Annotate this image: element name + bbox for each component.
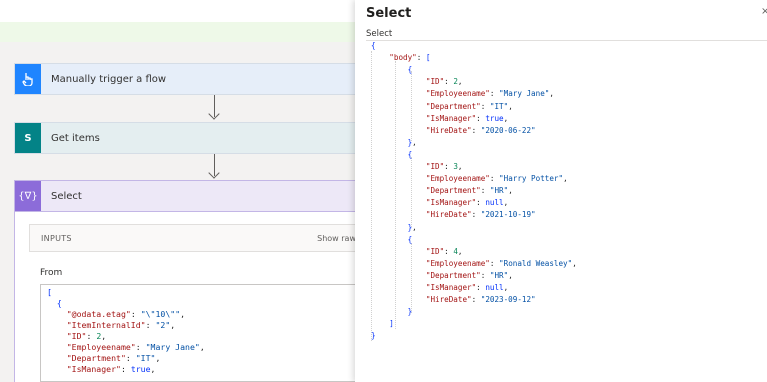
json-output-view[interactable]: { "body": [ { "ID": 2, "Employeename": "…	[355, 41, 767, 382]
step-select[interactable]: {∇} Select	[14, 180, 355, 212]
data-operation-icon: {∇}	[15, 181, 41, 211]
output-panel: Select × Select { "body": [ { "ID": 2, "…	[355, 0, 767, 382]
select-step-body: INPUTS Show raw From [ { "@odata.etag": …	[14, 212, 356, 382]
json-line: "ID": 2,	[425, 77, 463, 87]
panel-title: Select	[366, 6, 412, 21]
json-line: "ID": 4,	[425, 246, 463, 256]
json-line: "HireDate": "2020-06-22"	[425, 125, 536, 135]
code-line: "@odata.etag": "\"10\"",	[66, 309, 186, 319]
flow-arrow	[214, 154, 215, 176]
json-line: },	[407, 222, 417, 232]
json-line: "Employeename": "Ronald Weasley",	[425, 258, 577, 268]
json-line: {	[407, 149, 413, 159]
code-line: "IsManager": true,	[66, 364, 156, 374]
step-get-items[interactable]: S Get items	[14, 122, 355, 154]
step-manual-trigger[interactable]: Manually trigger a flow	[14, 63, 355, 95]
sharepoint-icon: S	[15, 123, 41, 153]
step-label: Select	[51, 190, 82, 202]
inputs-title: INPUTS	[41, 234, 72, 243]
flow-arrow	[214, 95, 215, 117]
json-line: ]	[389, 319, 394, 329]
json-line: {	[371, 41, 376, 50]
close-icon[interactable]: ×	[761, 6, 767, 17]
json-line: "IsManager": null,	[425, 283, 509, 292]
code-line: {	[56, 298, 62, 308]
json-line: "HireDate": "2023-09-12"	[425, 295, 536, 305]
step-label: Get items	[51, 132, 100, 144]
json-line: "ID": 3,	[425, 162, 463, 171]
hand-pointer-icon	[15, 64, 41, 94]
show-raw-inputs-link[interactable]: Show raw	[317, 234, 356, 243]
panel-subtitle: Select	[366, 29, 393, 39]
inputs-section-header[interactable]: INPUTS Show raw	[29, 224, 356, 252]
from-label: From	[40, 268, 63, 278]
code-line: [	[47, 287, 52, 297]
json-line: "body": [	[389, 53, 431, 63]
code-line: "Department": "IT",	[66, 353, 161, 363]
json-line: "IsManager": null,	[425, 198, 509, 208]
step-label: Manually trigger a flow	[51, 73, 167, 85]
json-line: "Department": "HR",	[425, 186, 513, 196]
json-line: "Department": "IT",	[425, 101, 513, 111]
json-line: "HireDate": "2021-10-19"	[425, 210, 536, 220]
json-line: {	[407, 65, 413, 75]
from-code-box[interactable]: [ { "@odata.etag": "\"10\"", "ItemIntern…	[40, 284, 356, 382]
success-banner	[0, 22, 355, 42]
code-line: "ID": 2,	[66, 331, 107, 341]
json-line: "Employeename": "Harry Potter",	[425, 174, 568, 184]
json-line: }	[371, 331, 376, 341]
json-line: },	[407, 137, 417, 147]
json-line: {	[407, 234, 413, 244]
json-line: "Department": "HR",	[425, 270, 513, 280]
json-line: }	[407, 307, 413, 317]
code-line: "Employeename": "Mary Jane",	[66, 342, 205, 352]
code-line: "ItemInternalId": "2",	[66, 320, 176, 330]
json-line: "IsManager": true,	[425, 113, 509, 123]
json-line: "Employeename": "Mary Jane",	[425, 89, 554, 99]
